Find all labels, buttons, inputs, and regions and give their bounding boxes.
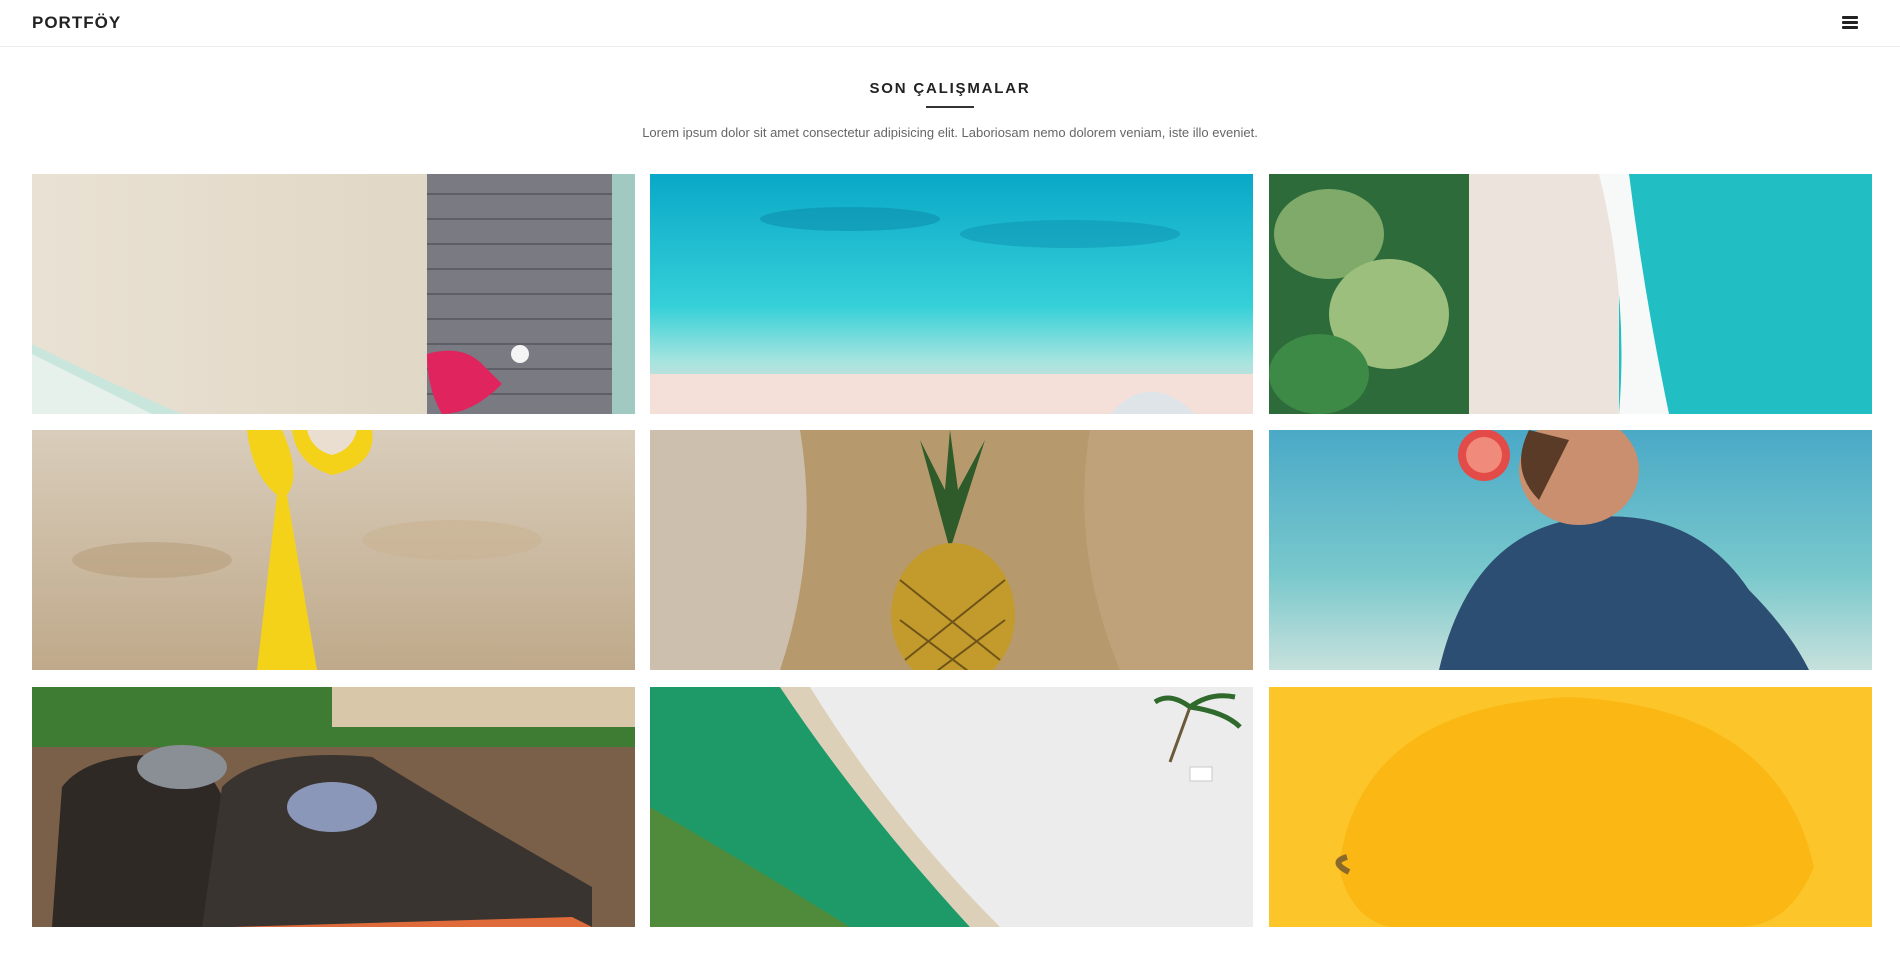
section-description: Lorem ipsum dolor sit amet consectetur a… [642, 125, 1258, 140]
gallery-image-yellow-shovel[interactable] [32, 430, 635, 670]
gallery-image-turquoise-sea[interactable] [650, 174, 1253, 414]
section-title: SON ÇALIŞMALAR [869, 80, 1031, 97]
gallery-image-woman-grapefruit[interactable] [1269, 430, 1872, 670]
hamburger-line [1842, 26, 1858, 29]
top-navbar: PORTFÖY [0, 0, 1900, 47]
portfolio-gallery [32, 174, 1872, 927]
hamburger-line [1842, 21, 1858, 24]
gallery-image-pineapple[interactable] [650, 430, 1253, 670]
gallery-image-beach-pier[interactable] [32, 174, 635, 414]
gallery-image-lemon[interactable] [1269, 687, 1872, 927]
gallery-image-aerial-beach-palm[interactable] [650, 687, 1253, 927]
gallery-image-running-shoes[interactable] [32, 687, 635, 927]
hamburger-menu-icon[interactable] [1842, 14, 1860, 30]
gallery-image-aerial-coast[interactable] [1269, 174, 1872, 414]
title-underline [926, 106, 974, 108]
hamburger-line [1842, 16, 1858, 19]
brand-logo[interactable]: PORTFÖY [32, 13, 121, 33]
